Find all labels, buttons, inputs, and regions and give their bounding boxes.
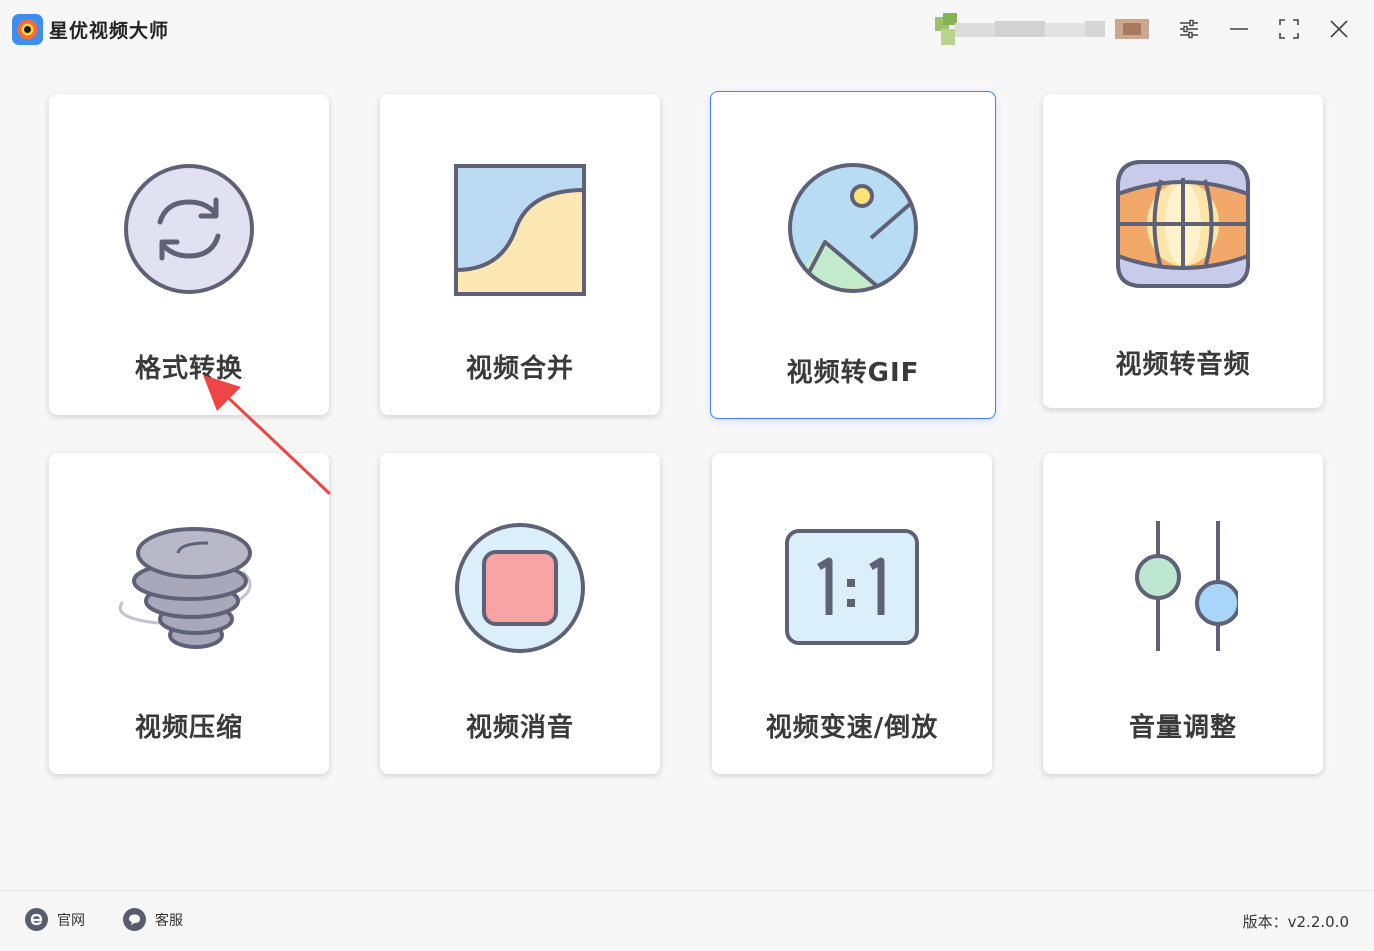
- maximize-button[interactable]: [1274, 14, 1304, 44]
- browser-e-icon: [25, 908, 48, 931]
- app-logo: [12, 14, 43, 45]
- maximize-icon: [1279, 19, 1299, 39]
- tool-label: 视频变速/倒放: [765, 713, 939, 743]
- close-icon: [1330, 20, 1348, 38]
- version-text: 版本：v2.2.0.0: [1242, 913, 1349, 931]
- support-label: 客服: [155, 912, 183, 929]
- tool-label: 音量调整: [1128, 713, 1237, 743]
- tool-card-video-to-audio[interactable]: 视频转音频: [1043, 94, 1323, 408]
- title-bar: 星优视频大师: [0, 0, 1374, 60]
- tool-card-video-merge[interactable]: 视频合并: [380, 94, 660, 415]
- tool-label: 视频合并: [465, 354, 574, 384]
- tool-card-video-to-gif[interactable]: 视频转GIF: [710, 91, 996, 419]
- stop-mute-icon: [453, 521, 587, 659]
- minimize-icon: [1230, 28, 1248, 30]
- support-link[interactable]: 客服: [123, 908, 183, 931]
- website-label: 官网: [57, 912, 85, 929]
- tool-card-video-speed-reverse[interactable]: 视频变速/倒放: [712, 453, 992, 774]
- settings-sliders-icon: [1180, 19, 1198, 39]
- tool-label: 视频转音频: [1115, 350, 1251, 380]
- annotation-arrow: [195, 375, 335, 504]
- image-gif-icon: [785, 160, 921, 300]
- settings-button[interactable]: [1174, 14, 1204, 44]
- minimize-button[interactable]: [1224, 14, 1254, 44]
- tool-card-volume-adjust[interactable]: 音量调整: [1043, 453, 1323, 774]
- ratio-speed-icon: [785, 529, 919, 649]
- user-account-area[interactable]: [935, 13, 1150, 48]
- globe-audio-icon: [1116, 160, 1250, 292]
- tool-card-format-convert[interactable]: 格式转换: [49, 94, 329, 415]
- website-link[interactable]: 官网: [25, 908, 85, 931]
- slider-volume-icon: [1128, 519, 1241, 657]
- tool-card-video-mute[interactable]: 视频消音: [380, 453, 660, 774]
- close-button[interactable]: [1324, 14, 1354, 44]
- tool-label: 视频转GIF: [786, 358, 920, 388]
- video-merge-icon: [454, 164, 586, 300]
- tool-label: 视频消音: [465, 713, 574, 743]
- app-title: 星优视频大师: [49, 20, 170, 42]
- footer-bar: 官网 客服 版本：v2.2.0.0: [0, 890, 1374, 951]
- tool-label: 视频压缩: [134, 713, 243, 743]
- tornado-compress-icon: [118, 523, 260, 657]
- format-convert-icon: [122, 162, 256, 300]
- chat-bubble-icon: [123, 908, 146, 931]
